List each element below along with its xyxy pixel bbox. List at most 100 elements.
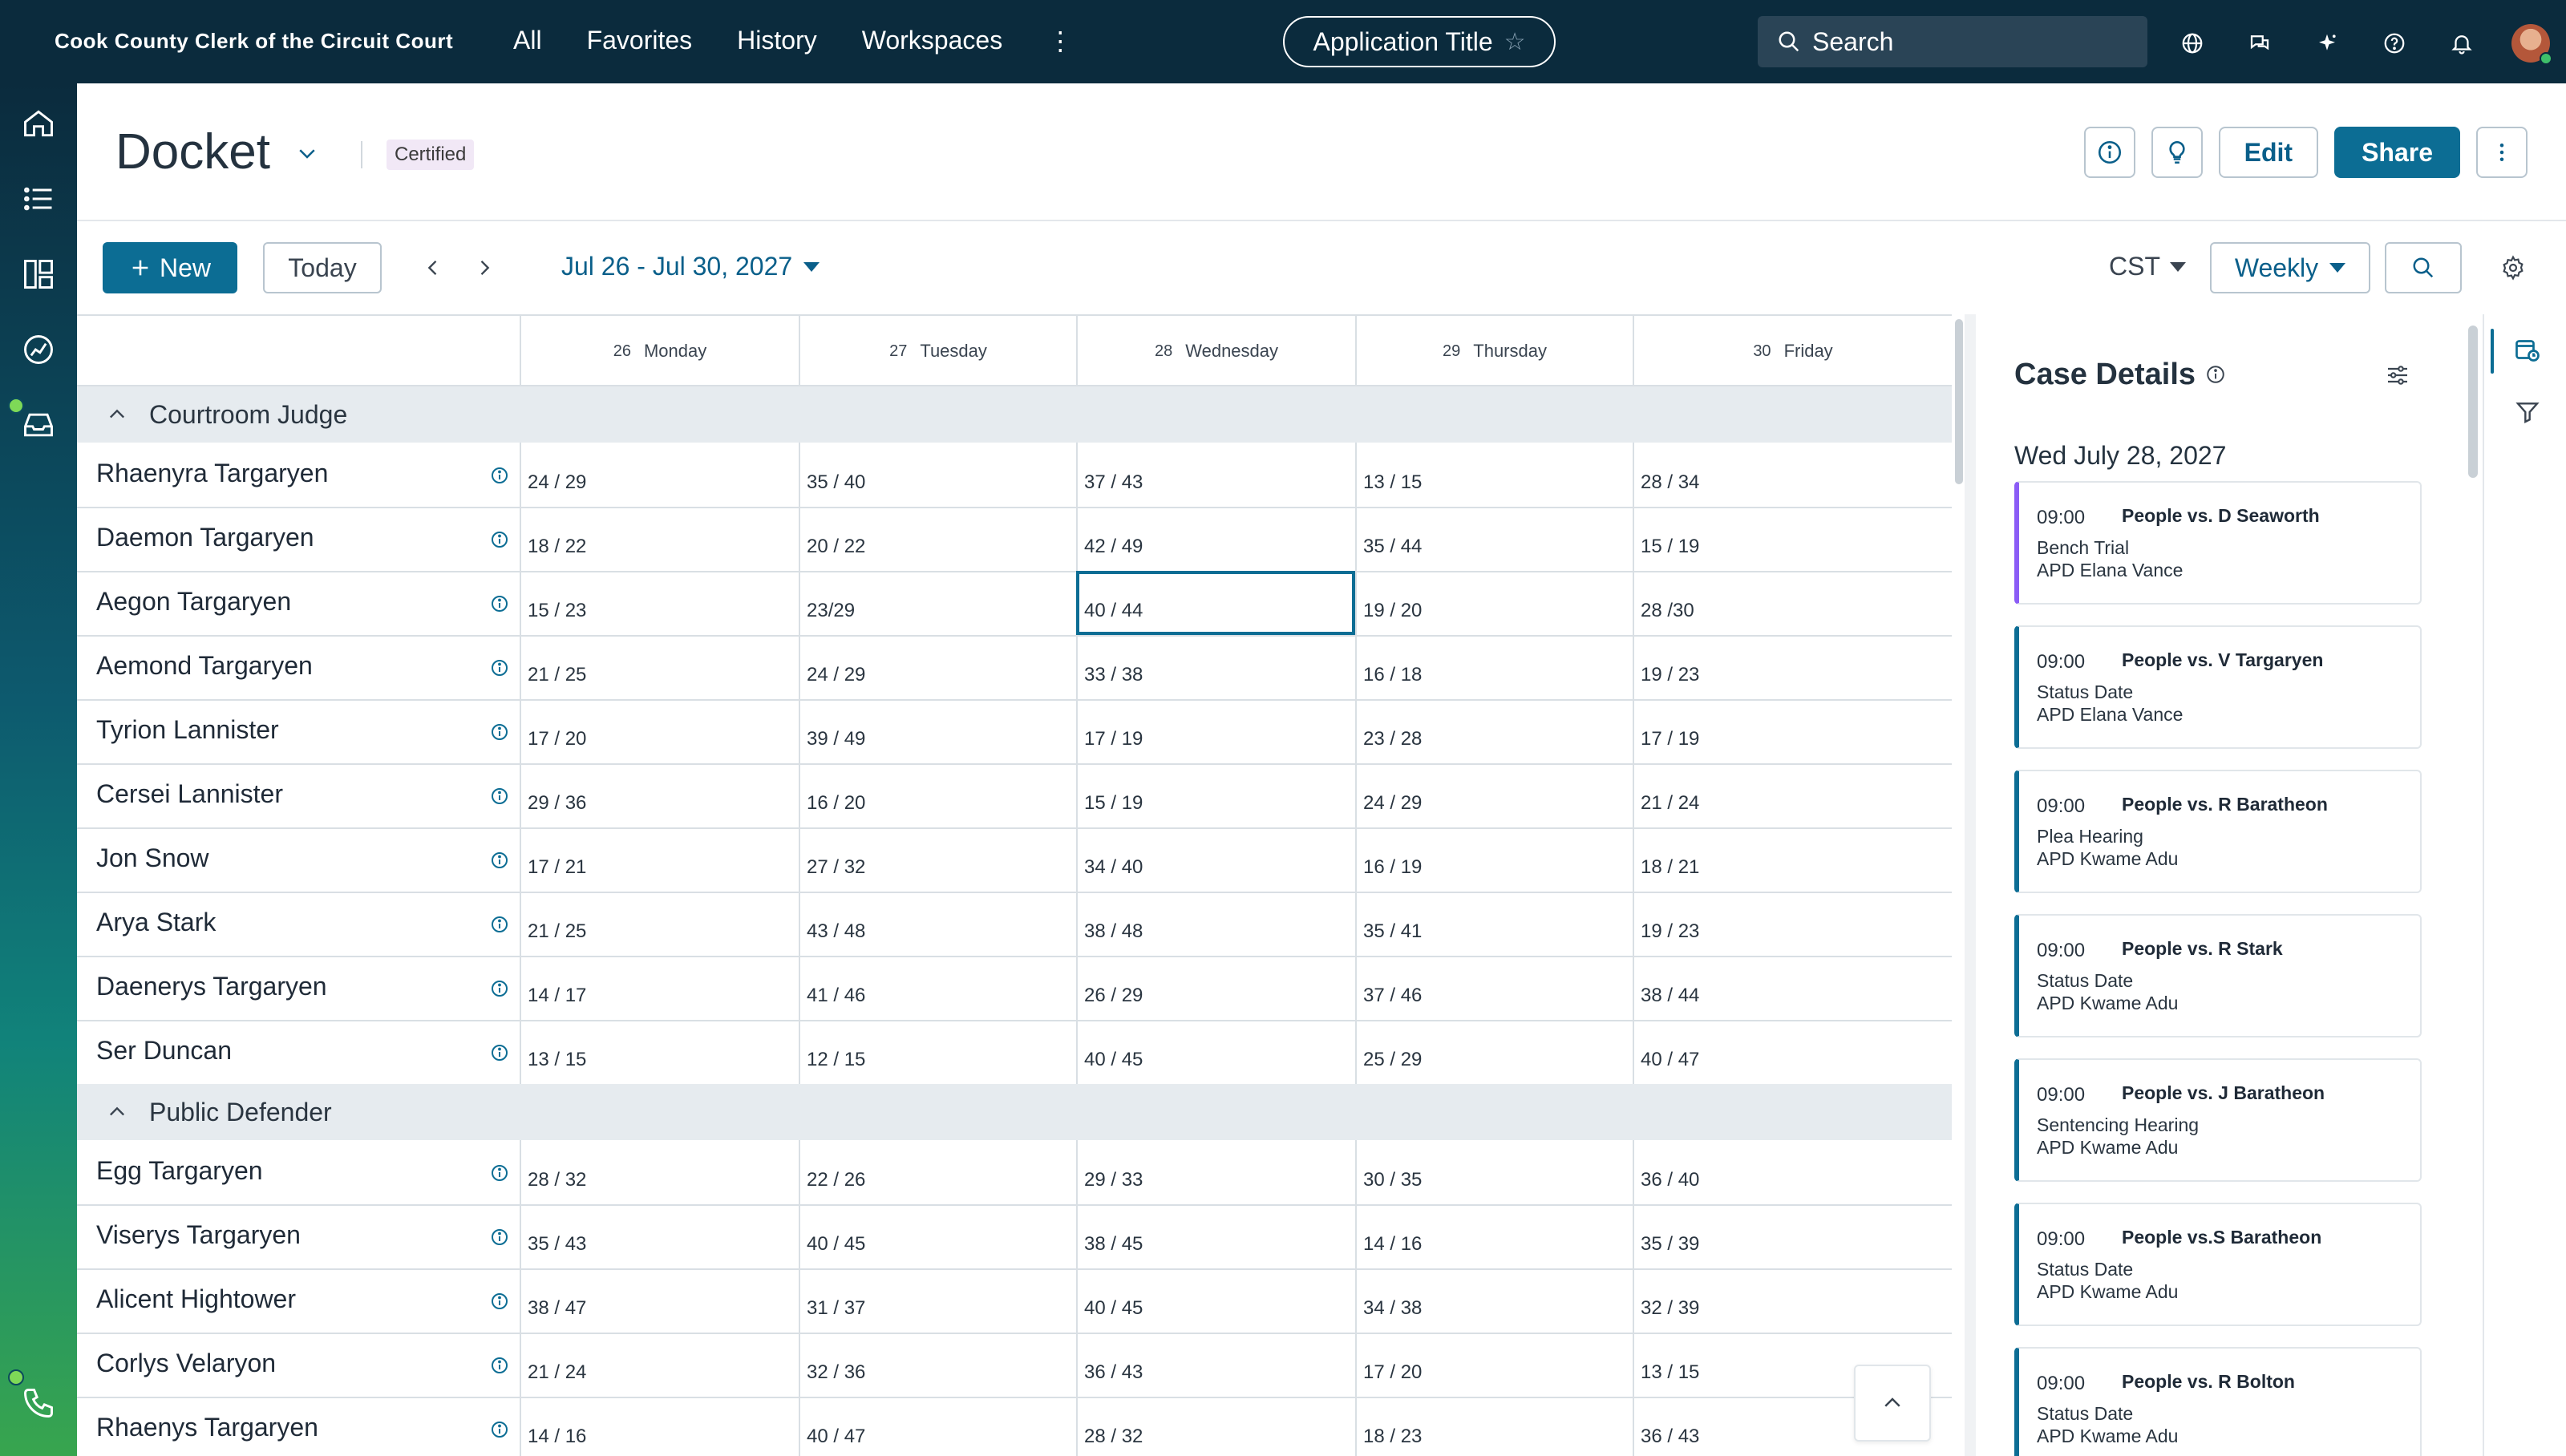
row-name[interactable]: Rhaenyra Targaryen <box>96 459 328 488</box>
chevron-up-icon[interactable] <box>106 403 128 426</box>
grid-cell[interactable]: 38 / 45 <box>1076 1204 1355 1268</box>
grid-cell[interactable]: 15 / 19 <box>1076 763 1355 827</box>
globe-icon[interactable] <box>2175 26 2210 61</box>
info-icon[interactable] <box>486 847 513 874</box>
case-card[interactable]: 09:00 People vs. R Stark Status Date APD Kw… <box>2014 914 2422 1037</box>
grid-cell[interactable]: 38 / 48 <box>1076 892 1355 956</box>
inbox-icon[interactable] <box>18 404 59 446</box>
new-button[interactable]: New <box>103 242 237 293</box>
grid-cell[interactable]: 21 / 24 <box>1633 763 1952 827</box>
row-name[interactable]: Egg Targaryen <box>96 1156 263 1186</box>
row-name[interactable]: Rhaenys Targaryen <box>96 1413 318 1442</box>
grid-scroll-thumb[interactable] <box>1955 319 1963 484</box>
view-select[interactable]: Weekly <box>2210 242 2370 293</box>
info-icon[interactable] <box>486 526 513 553</box>
help-icon[interactable] <box>2377 26 2412 61</box>
grid-cell[interactable]: 28 /30 <box>1633 571 1952 635</box>
grid-cell[interactable]: 15 / 19 <box>1633 507 1952 571</box>
insights-button[interactable] <box>2151 127 2203 178</box>
grid-cell[interactable]: 17 / 20 <box>520 699 799 763</box>
row-name[interactable]: Aegon Targaryen <box>96 587 291 617</box>
grid-cell[interactable]: 39 / 49 <box>799 699 1076 763</box>
grid-cell[interactable]: 37 / 43 <box>1076 443 1355 507</box>
today-button[interactable]: Today <box>263 242 382 293</box>
grid-cell[interactable]: 19 / 20 <box>1355 571 1633 635</box>
grid-cell[interactable]: 17 / 21 <box>520 827 799 892</box>
grid-cell[interactable]: 28 / 34 <box>1633 443 1952 507</box>
grid-cell[interactable]: 34 / 38 <box>1355 1268 1633 1333</box>
info-icon[interactable] <box>2205 364 2226 389</box>
grid-cell[interactable]: 19 / 23 <box>1633 892 1952 956</box>
app-title-pill[interactable]: Application Title ☆ <box>1283 16 1556 67</box>
grid-cell[interactable]: 22 / 26 <box>799 1140 1076 1204</box>
case-card[interactable]: 09:00 People vs. D Seaworth Bench Trial APD… <box>2014 481 2422 605</box>
grid-cell[interactable]: 31 / 37 <box>799 1268 1076 1333</box>
grid-cell[interactable]: 32 / 36 <box>799 1333 1076 1397</box>
grid-cell[interactable]: 29 / 33 <box>1076 1140 1355 1204</box>
row-name[interactable]: Daenerys Targaryen <box>96 972 327 1001</box>
grid-cell[interactable]: 21 / 25 <box>520 892 799 956</box>
nav-more-icon[interactable]: ⋮ <box>1047 26 1073 56</box>
grid-cell[interactable]: 32 / 39 <box>1633 1268 1952 1333</box>
grid-cell[interactable]: 12 / 15 <box>799 1020 1076 1084</box>
row-name[interactable]: Viserys Targaryen <box>96 1220 301 1250</box>
row-name[interactable]: Ser Duncan <box>96 1036 232 1066</box>
grid-cell[interactable]: 16 / 20 <box>799 763 1076 827</box>
grid-cell[interactable]: 21 / 25 <box>520 635 799 699</box>
info-icon[interactable] <box>486 783 513 810</box>
grid-cell[interactable]: 14 / 16 <box>520 1397 799 1456</box>
grid-cell[interactable]: 35 / 40 <box>799 443 1076 507</box>
home-icon[interactable] <box>18 103 59 144</box>
info-icon[interactable] <box>486 654 513 681</box>
grid-cell[interactable]: 35 / 41 <box>1355 892 1633 956</box>
grid-cell[interactable]: 40 / 45 <box>1076 1268 1355 1333</box>
nav-history[interactable]: History <box>737 26 817 56</box>
grid-cell[interactable]: 17 / 20 <box>1355 1333 1633 1397</box>
grid-cell[interactable]: 36 / 40 <box>1633 1140 1952 1204</box>
nav-favorites[interactable]: Favorites <box>587 26 693 56</box>
info-button[interactable] <box>2083 127 2135 178</box>
grid-cell[interactable]: 24 / 29 <box>520 443 799 507</box>
timezone-select[interactable]: CST <box>2109 252 2186 281</box>
share-button[interactable]: Share <box>2334 127 2460 178</box>
row-name[interactable]: Arya Stark <box>96 908 216 937</box>
chevron-up-icon[interactable] <box>106 1101 128 1123</box>
grid-cell[interactable]: 40 / 45 <box>799 1204 1076 1268</box>
grid-cell[interactable]: 23 / 28 <box>1355 699 1633 763</box>
grid-cell[interactable]: 24 / 29 <box>1355 763 1633 827</box>
grid-cell[interactable]: 37 / 46 <box>1355 956 1633 1020</box>
day-header-friday[interactable]: 30 Friday <box>1633 316 1952 386</box>
more-actions-button[interactable] <box>2476 127 2528 178</box>
grid-cell[interactable]: 15 / 23 <box>520 571 799 635</box>
dashboard-icon[interactable] <box>18 253 59 295</box>
grid-cell[interactable]: 13 / 15 <box>1355 443 1633 507</box>
info-icon[interactable] <box>486 975 513 1002</box>
bell-icon[interactable] <box>2444 26 2479 61</box>
analytics-icon[interactable] <box>18 329 59 370</box>
phone-icon[interactable] <box>18 1382 59 1424</box>
grid-cell[interactable]: 17 / 19 <box>1076 699 1355 763</box>
case-card[interactable]: 09:00 People vs. V Targaryen Status Date AP… <box>2014 625 2422 749</box>
grid-settings-button[interactable] <box>2495 250 2531 285</box>
info-icon[interactable] <box>486 718 513 746</box>
grid-cell[interactable]: 36 / 43 <box>1076 1333 1355 1397</box>
row-name[interactable]: Aemond Targaryen <box>96 651 313 681</box>
grid-scrollbar[interactable] <box>1952 314 1965 1456</box>
day-header-monday[interactable]: 26 Monday <box>520 316 799 386</box>
panel-scrollbar[interactable] <box>2465 314 2483 1456</box>
next-week-button[interactable] <box>467 250 502 285</box>
chevron-down-icon[interactable] <box>295 141 319 169</box>
grid-cell[interactable]: 29 / 36 <box>520 763 799 827</box>
list-icon[interactable] <box>18 178 59 220</box>
sliders-icon[interactable] <box>2385 362 2410 392</box>
avatar[interactable] <box>2511 24 2552 65</box>
row-name[interactable]: Corlys Velaryon <box>96 1349 276 1378</box>
grid-cell[interactable]: 43 / 48 <box>799 892 1076 956</box>
grid-cell[interactable]: 27 / 32 <box>799 827 1076 892</box>
grid-cell[interactable]: 13 / 15 <box>520 1020 799 1084</box>
case-card[interactable]: 09:00 People vs. R Baratheon Plea Hearing A… <box>2014 770 2422 893</box>
group-header[interactable]: Courtroom Judge <box>77 386 1952 443</box>
star-icon[interactable]: ☆ <box>1504 28 1526 56</box>
grid-cell[interactable]: 18 / 22 <box>520 507 799 571</box>
row-name[interactable]: Tyrion Lannister <box>96 715 279 745</box>
